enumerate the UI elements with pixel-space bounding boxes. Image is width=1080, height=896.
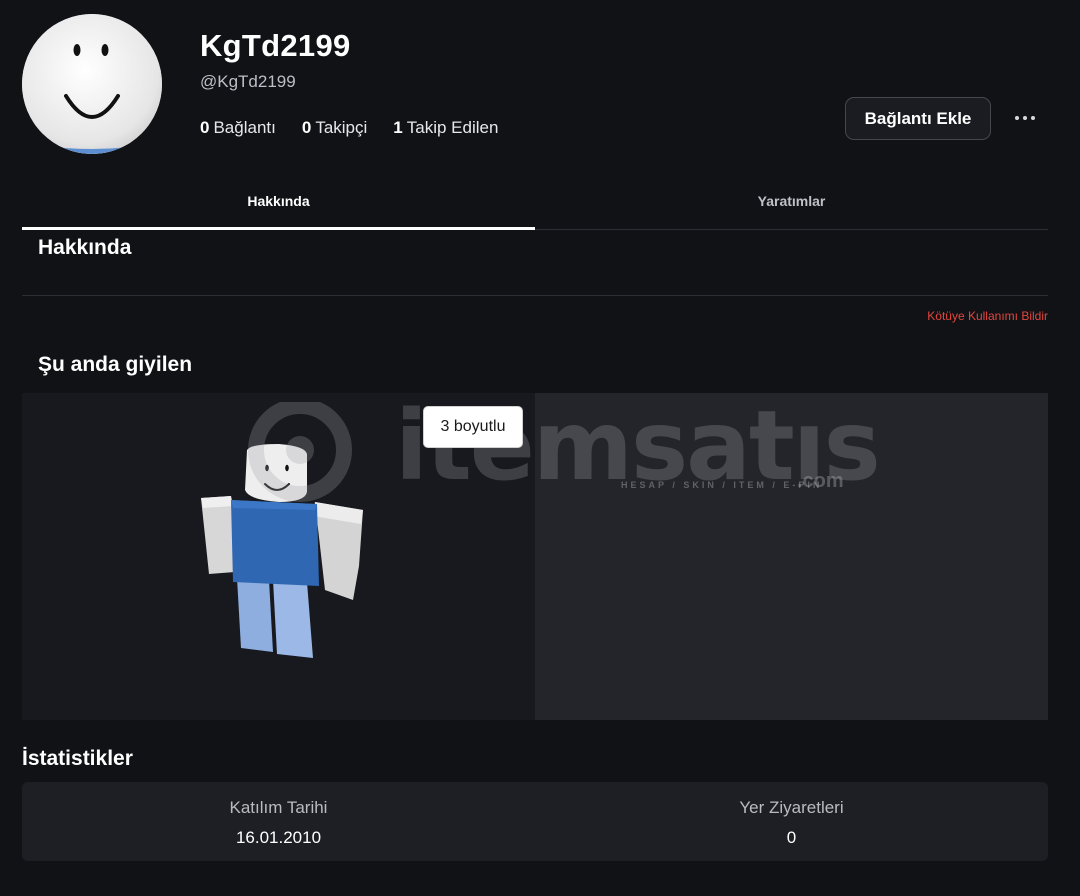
- worn-items-panel: [535, 393, 1048, 720]
- stat-label: Yer Ziyaretleri: [739, 798, 844, 817]
- stat-label: Takipçi: [315, 118, 368, 137]
- add-connection-button[interactable]: Bağlantı Ekle: [845, 97, 991, 140]
- stat-following[interactable]: 1 Takip Edilen: [393, 118, 498, 138]
- about-heading: Hakkında: [38, 236, 132, 259]
- currently-wearing-heading: Şu anda giyilen: [38, 353, 193, 376]
- profile-tabs: Hakkında Yaratımlar: [22, 172, 1048, 230]
- stat-count: 0: [301, 118, 312, 137]
- avatar-3d-figure: [201, 444, 363, 658]
- profile-avatar: [22, 14, 162, 154]
- stat-count: 0: [200, 118, 210, 137]
- tab-about[interactable]: Hakkında: [22, 172, 535, 230]
- username: @KgTd2199: [200, 72, 296, 91]
- statistics-card: Katılım Tarihi 16.01.2010 Yer Ziyaretler…: [22, 782, 1048, 861]
- stat-value: 16.01.2010: [235, 828, 322, 847]
- view-3d-toggle[interactable]: 3 boyutlu: [424, 407, 522, 447]
- display-name: KgTd2199: [200, 28, 351, 63]
- tab-creations[interactable]: Yaratımlar: [535, 172, 1048, 229]
- avatar-headshot-icon: [22, 14, 162, 154]
- stat-join-date: Katılım Tarihi 16.01.2010: [22, 782, 535, 861]
- section-divider: [22, 295, 1048, 296]
- statistics-heading: İstatistikler: [22, 747, 133, 770]
- stat-connections[interactable]: 0 Bağlantı: [200, 118, 276, 138]
- ellipsis-icon: [1015, 116, 1019, 120]
- stat-value: 0: [786, 828, 797, 847]
- more-options-button[interactable]: [1008, 104, 1042, 132]
- social-stats: 0 Bağlantı 0 Takipçi 1 Takip Edilen: [200, 118, 498, 138]
- stat-label: Takip Edilen: [406, 118, 499, 137]
- stat-place-visits: Yer Ziyaretleri 0: [535, 782, 1048, 861]
- stat-label: Bağlantı: [213, 118, 276, 137]
- stat-count: 1: [393, 118, 403, 137]
- stat-label: Katılım Tarihi: [229, 798, 328, 817]
- report-abuse-link[interactable]: Kötüye Kullanımı Bildir: [927, 309, 1048, 323]
- stat-followers[interactable]: 0 Takipçi: [302, 118, 367, 138]
